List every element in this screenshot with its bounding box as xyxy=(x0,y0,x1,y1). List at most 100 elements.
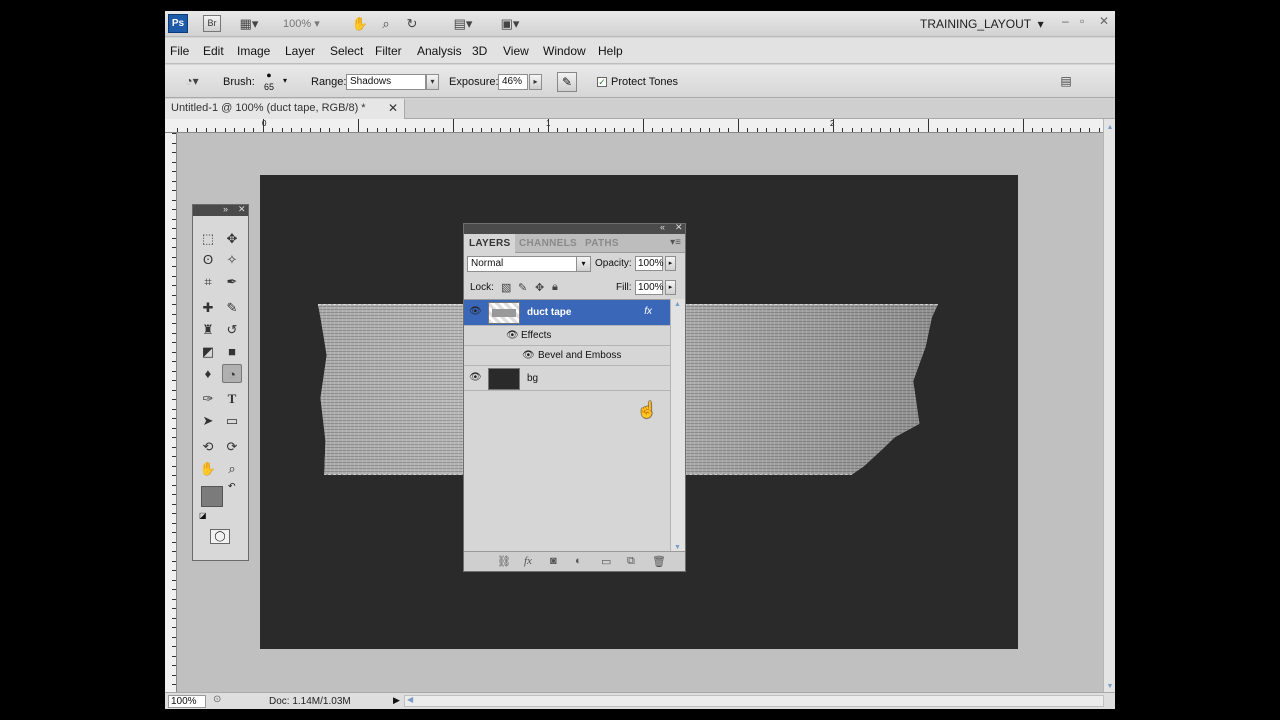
layer-name[interactable]: duct tape xyxy=(527,307,571,318)
airbrush-icon[interactable]: ✎ xyxy=(557,72,577,92)
clone-stamp-icon[interactable]: ♜ xyxy=(198,320,218,339)
horizontal-scrollbar[interactable]: ◀ xyxy=(404,695,1104,707)
eyedropper-icon[interactable]: ✒ xyxy=(222,272,242,291)
close-document-icon[interactable]: ✕ xyxy=(388,99,398,118)
layer-name[interactable]: bg xyxy=(527,373,538,384)
opacity-field[interactable]: 100% xyxy=(635,256,664,271)
range-select[interactable]: Shadows xyxy=(346,74,426,90)
panel-menu-icon[interactable]: ▾≡ xyxy=(670,237,681,248)
menu-3d[interactable]: 3D xyxy=(472,44,487,58)
menu-select[interactable]: Select xyxy=(330,44,363,58)
crop-icon[interactable]: ⌗ xyxy=(198,272,218,291)
scroll-up-icon[interactable]: ▲ xyxy=(1105,123,1115,133)
menu-analysis[interactable]: Analysis xyxy=(417,44,462,58)
path-selection-icon[interactable]: ➤ xyxy=(198,411,218,430)
layers-panel-header[interactable]: « ✕ xyxy=(464,222,685,234)
type-icon[interactable]: T xyxy=(222,389,242,408)
adjustment-layer-icon[interactable]: ◐ xyxy=(575,555,582,567)
pen-icon[interactable]: ✑ xyxy=(198,389,218,408)
effect-visibility-icon[interactable]: 👁︎ xyxy=(522,350,535,361)
delete-layer-icon[interactable]: 🗑︎ xyxy=(652,555,666,568)
close-layers-panel-icon[interactable]: ✕ xyxy=(675,222,683,233)
vertical-scrollbar[interactable]: ▲ ▼ xyxy=(1103,119,1115,696)
link-layers-icon[interactable]: ⛓ xyxy=(497,555,511,568)
zoom-level[interactable]: 100% ▾ xyxy=(283,17,320,30)
scroll-left-icon[interactable]: ◀ xyxy=(407,695,413,704)
exposure-slider-icon[interactable]: ▸ xyxy=(529,74,542,90)
bridge-button[interactable]: Br xyxy=(203,15,221,32)
menu-filter[interactable]: Filter xyxy=(375,44,402,58)
close-icon[interactable]: ✕ xyxy=(1099,14,1109,28)
hand-tool-icon[interactable]: ✋ xyxy=(351,15,369,32)
rotate-view-icon[interactable]: ↻ xyxy=(403,15,421,32)
document-tab[interactable]: Untitled-1 @ 100% (duct tape, RGB/8) * ✕ xyxy=(165,99,405,119)
brush-dropdown-icon[interactable]: ▾ xyxy=(283,76,287,85)
burn-icon[interactable]: ◔ xyxy=(222,364,242,383)
tab-paths[interactable]: PATHS xyxy=(580,234,624,253)
lock-transparency-icon[interactable]: ▧ xyxy=(501,281,511,294)
protect-tones-checkbox[interactable]: ✓ xyxy=(597,77,607,87)
brush-icon[interactable]: ✎ xyxy=(222,298,242,317)
add-layer-style-icon[interactable]: fx xyxy=(524,555,532,567)
zoom-icon[interactable]: ⌕ xyxy=(222,459,242,478)
fill-slider-icon[interactable]: ▸ xyxy=(665,280,676,295)
blur-icon[interactable]: ♦ xyxy=(198,364,218,383)
quick-mask-icon[interactable]: ◯ xyxy=(210,529,230,544)
scroll-up-icon[interactable]: ▲ xyxy=(674,301,681,308)
fill-field[interactable]: 100% xyxy=(635,280,664,295)
menu-view[interactable]: View xyxy=(503,44,529,58)
close-panel-icon[interactable]: ✕ xyxy=(238,204,246,215)
add-mask-icon[interactable]: ◙ xyxy=(550,555,557,567)
zoom-tool-icon[interactable]: ⌕ xyxy=(377,15,395,32)
maximize-icon[interactable]: ▫ xyxy=(1080,14,1084,28)
visibility-eye-icon[interactable]: 👁︎ xyxy=(469,372,482,383)
expand-panel-icon[interactable]: » xyxy=(223,204,228,214)
lock-pixels-icon[interactable]: ✎ xyxy=(518,281,527,294)
gradient-icon[interactable]: ■ xyxy=(222,342,242,361)
tab-channels[interactable]: CHANNELS xyxy=(514,234,582,253)
eraser-icon[interactable]: ◩ xyxy=(198,342,218,361)
magic-wand-icon[interactable]: ✧ xyxy=(222,250,242,269)
swap-colors-icon[interactable]: ↶ xyxy=(228,481,236,492)
lasso-icon[interactable]: ʘ xyxy=(198,250,218,269)
scroll-down-icon[interactable]: ▼ xyxy=(1105,682,1115,692)
effects-visibility-icon[interactable]: 👁︎ xyxy=(506,330,519,341)
new-group-icon[interactable]: ▭ xyxy=(601,555,611,568)
screen-mode-icon[interactable]: ▣▾ xyxy=(495,15,525,32)
move-icon[interactable]: ✥ xyxy=(222,229,242,248)
layer-row-duct-tape[interactable]: 👁︎ duct tape fx xyxy=(464,300,670,326)
3d-orbit-icon[interactable]: ⟳ xyxy=(222,437,242,456)
menu-edit[interactable]: Edit xyxy=(203,44,224,58)
horizontal-ruler[interactable]: 0 1 2 xyxy=(165,119,1103,133)
blend-mode-select[interactable]: Normal ▾ xyxy=(467,256,591,272)
blend-mode-dropdown-icon[interactable]: ▾ xyxy=(576,257,590,271)
lock-position-icon[interactable]: ✥ xyxy=(535,281,544,294)
layer-effects-icon[interactable]: fx xyxy=(644,306,652,317)
collapse-panel-icon[interactable]: « xyxy=(660,222,665,232)
layer-row-bg[interactable]: 👁︎ bg xyxy=(464,366,670,391)
lock-all-icon[interactable]: 🔒︎ xyxy=(552,281,558,294)
foreground-color-swatch[interactable] xyxy=(201,486,223,507)
panel-dock-icon[interactable]: ▤ xyxy=(1058,73,1074,89)
menu-layer[interactable]: Layer xyxy=(285,44,315,58)
status-info-icon[interactable]: ⊙ xyxy=(213,694,221,705)
menu-image[interactable]: Image xyxy=(237,44,270,58)
tools-panel-header[interactable]: » ✕ xyxy=(193,204,248,216)
exposure-field[interactable]: 46% xyxy=(498,74,528,90)
layers-scrollbar[interactable]: ▲ ▼ xyxy=(670,299,685,553)
menu-help[interactable]: Help xyxy=(598,44,623,58)
default-colors-icon[interactable]: ◪ xyxy=(199,511,207,520)
tab-layers[interactable]: LAYERS xyxy=(464,234,516,253)
arrange-documents-icon[interactable]: ▤▾ xyxy=(448,15,478,32)
scroll-down-icon[interactable]: ▼ xyxy=(674,544,681,551)
3d-rotate-icon[interactable]: ⟲ xyxy=(198,437,218,456)
hand-icon[interactable]: ✋ xyxy=(198,459,218,478)
range-dropdown-icon[interactable]: ▾ xyxy=(426,74,439,90)
minimize-icon[interactable]: – xyxy=(1062,14,1069,28)
history-brush-icon[interactable]: ↺ xyxy=(222,320,242,339)
workspace-switcher[interactable]: TRAINING_LAYOUT ▾ xyxy=(920,17,1044,31)
healing-brush-icon[interactable]: ✚ xyxy=(198,298,218,317)
status-zoom-field[interactable]: 100% xyxy=(168,695,206,708)
status-menu-arrow-icon[interactable]: ▶ xyxy=(393,695,400,706)
shape-icon[interactable]: ▭ xyxy=(222,411,242,430)
